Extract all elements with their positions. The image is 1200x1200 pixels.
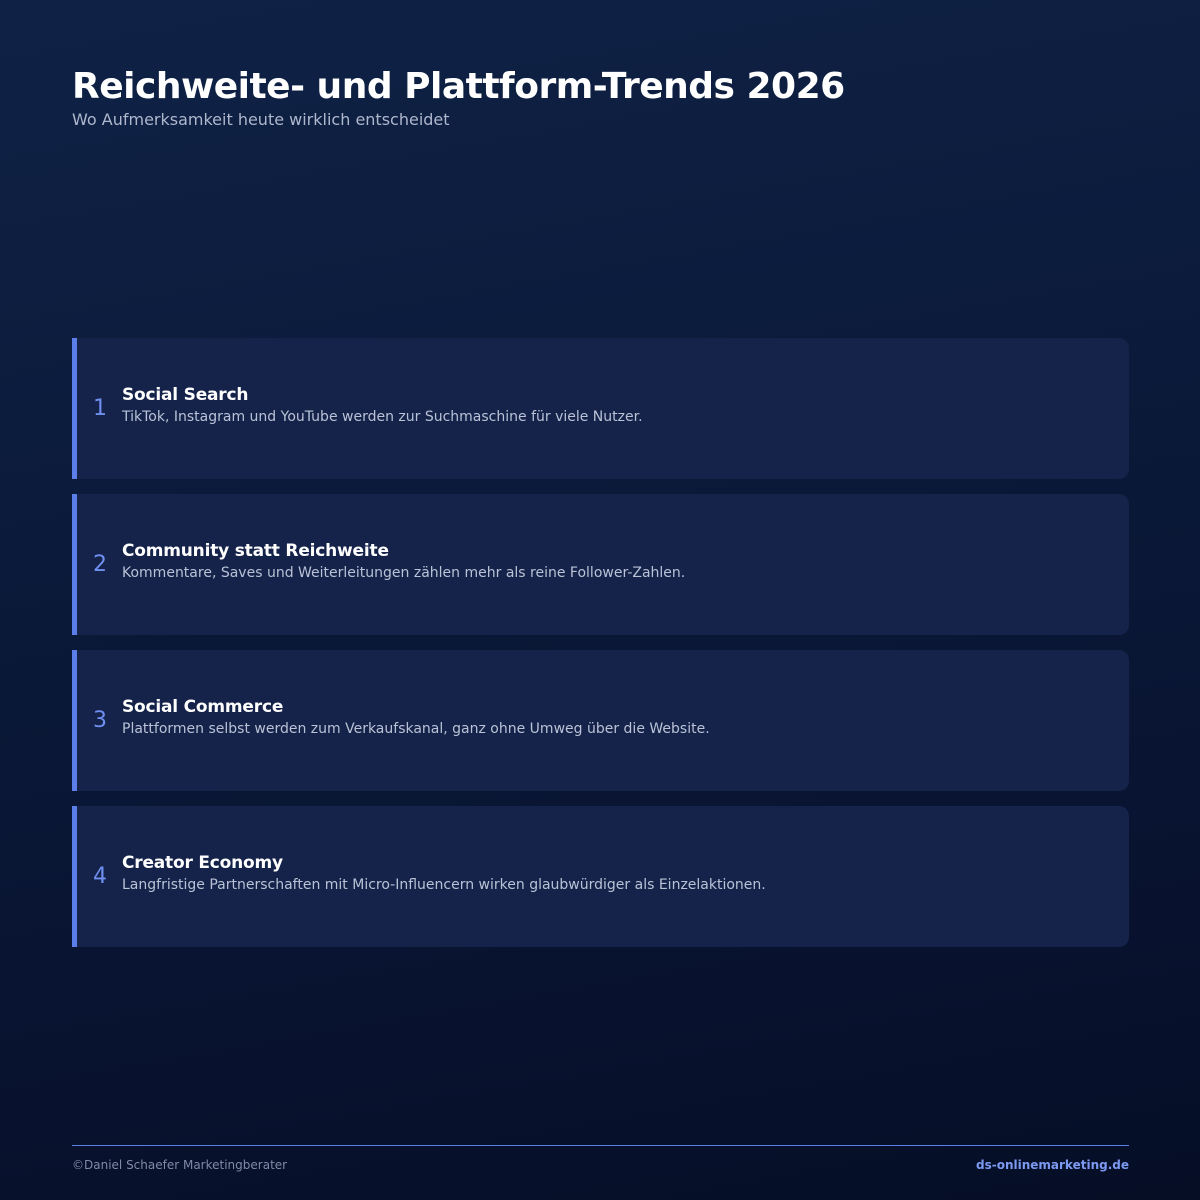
trend-card-social-search: 1 Social Search TikTok, Instagram und Yo… [72,338,1129,479]
trend-title: Creator Economy [122,853,283,873]
footer-website-link[interactable]: ds-onlinemarketing.de [976,1158,1129,1172]
trend-number: 4 [93,864,107,889]
trend-title: Social Search [122,385,249,405]
trend-list: 1 Social Search TikTok, Instagram und Yo… [72,338,1129,962]
trend-number: 3 [93,708,107,733]
trend-card-creator-economy: 4 Creator Economy Langfristige Partnersc… [72,806,1129,947]
footer-copyright: ©Daniel Schaefer Marketingberater [72,1158,288,1172]
page-subtitle: Wo Aufmerksamkeit heute wirklich entsche… [72,110,450,129]
trend-card-community: 2 Community statt Reichweite Kommentare,… [72,494,1129,635]
trend-text: Creator Economy Langfristige Partnerscha… [122,853,1109,893]
trend-title: Community statt Reichweite [122,541,389,561]
trend-number: 1 [93,396,107,421]
trend-text: Social Commerce Plattformen selbst werde… [122,697,1109,737]
trend-description: TikTok, Instagram und YouTube werden zur… [122,409,643,425]
trend-text: Social Search TikTok, Instagram und YouT… [122,385,1109,425]
trend-card-social-commerce: 3 Social Commerce Plattformen selbst wer… [72,650,1129,791]
footer-divider [72,1145,1129,1146]
trend-description: Plattformen selbst werden zum Verkaufska… [122,721,710,737]
trend-title: Social Commerce [122,697,284,717]
trend-description: Kommentare, Saves und Weiterleitungen zä… [122,565,686,581]
trend-number: 2 [93,552,107,577]
trend-description: Langfristige Partnerschaften mit Micro-I… [122,877,766,893]
trend-text: Community statt Reichweite Kommentare, S… [122,541,1109,581]
page-title: Reichweite- und Plattform-Trends 2026 [72,66,845,107]
